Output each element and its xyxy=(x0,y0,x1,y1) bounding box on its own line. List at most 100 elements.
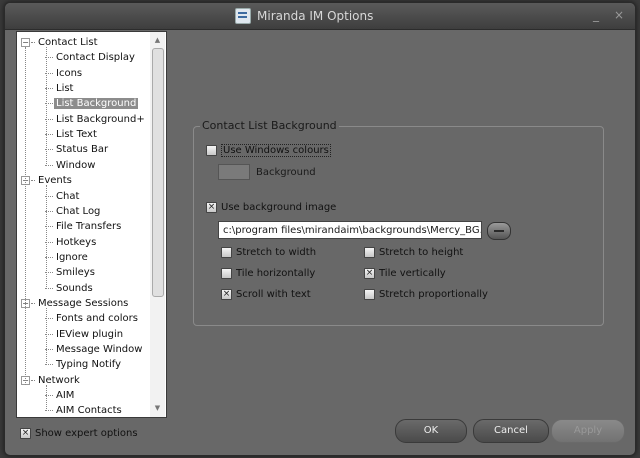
tree-item[interactable]: Icons xyxy=(17,66,84,81)
tree-item[interactable]: Window xyxy=(17,158,97,173)
tree-child-guide xyxy=(46,384,47,412)
apply-button[interactable]: Apply xyxy=(551,419,625,443)
tree-item-label: Message Sessions xyxy=(38,297,129,309)
tile-vertically-checkbox[interactable]: × Tile vertically xyxy=(364,268,446,279)
cancel-button[interactable]: Cancel xyxy=(473,419,549,443)
scroll-thumb[interactable] xyxy=(152,48,164,297)
tree-item[interactable]: Fonts and colors xyxy=(17,311,140,326)
tree-group-item[interactable]: − Network xyxy=(17,373,82,388)
title-group: Miranda IM Options xyxy=(235,7,373,25)
tree-item-label: Chat xyxy=(56,190,80,202)
tree-item[interactable]: Smileys xyxy=(17,265,97,280)
tree-item-label: IEView plugin xyxy=(56,328,124,340)
tree-item[interactable]: Ignore xyxy=(17,250,90,265)
checkbox-label: Scroll with text xyxy=(236,289,311,300)
tree-child-guide xyxy=(46,47,47,166)
tree-item-label: Network xyxy=(38,374,80,386)
checkbox-box xyxy=(221,247,232,258)
tree-connector xyxy=(31,379,35,381)
tree-item-label: Sounds xyxy=(56,282,93,294)
tree-item[interactable]: Message Window xyxy=(17,342,144,357)
tree-item-label: Window xyxy=(56,159,96,171)
background-color-label: Background xyxy=(256,167,316,178)
options-app-icon xyxy=(235,8,251,24)
scroll-down-arrow-icon[interactable]: ▼ xyxy=(150,402,165,414)
tree-item-label: Events xyxy=(38,175,72,187)
tree-item[interactable]: Chat Log xyxy=(17,204,102,219)
tree-item-label: Smileys xyxy=(56,267,95,279)
ok-button[interactable]: OK xyxy=(395,419,467,443)
tree-item[interactable]: List Background+ xyxy=(17,112,147,127)
tree-item-label: Hotkeys xyxy=(56,236,97,248)
tree-connector xyxy=(31,302,35,304)
tree-item[interactable]: Chat xyxy=(17,189,81,204)
tree-item-label: Fonts and colors xyxy=(56,313,138,325)
options-tree[interactable]: − Contact List Contact Display Icons List Lis… xyxy=(16,31,167,418)
browse-button[interactable] xyxy=(487,222,511,240)
checkbox-label: Use background image xyxy=(221,202,337,213)
tree-item-label: List Background+ xyxy=(56,113,145,125)
checkbox-label: Show expert options xyxy=(35,428,138,439)
tree-item-label: List Background xyxy=(54,98,139,110)
checkbox-label: Tile horizontally xyxy=(236,268,316,279)
background-color-swatch[interactable] xyxy=(218,164,250,180)
tree-item-label: AIM xyxy=(56,390,75,402)
tile-horizontally-checkbox[interactable]: Tile horizontally xyxy=(221,268,315,279)
checkbox-label: Use Windows colours xyxy=(221,144,331,157)
tree-item-label: AIM Contacts xyxy=(56,405,122,417)
minimize-button[interactable]: _ xyxy=(593,9,599,21)
tree-child-guide xyxy=(46,307,47,366)
tree-item[interactable]: Contact Display xyxy=(17,50,137,65)
scroll-with-text-checkbox[interactable]: × Scroll with text xyxy=(221,289,311,300)
tree-item[interactable]: AIM Contacts xyxy=(17,403,124,417)
tree-item-label: Message Window xyxy=(56,344,143,355)
background-image-path-input[interactable]: c:\program files\mirandaim\backgrounds\M… xyxy=(218,221,482,239)
show-expert-options-checkbox[interactable]: × Show expert options xyxy=(20,428,138,439)
tree-connector xyxy=(31,42,35,43)
title-bar[interactable]: Miranda IM Options _ × xyxy=(5,3,635,30)
checkbox-box: × xyxy=(206,202,217,213)
checkbox-label: Stretch to width xyxy=(236,247,317,258)
tree-item[interactable]: Status Bar xyxy=(17,142,110,157)
tree-scrollbar[interactable]: ▲ ▼ xyxy=(150,32,165,417)
checkbox-box xyxy=(364,289,375,300)
tree-item-label: Status Bar xyxy=(56,144,109,156)
collapse-toggle-icon[interactable]: − xyxy=(21,38,30,47)
tree-group-item[interactable]: − Message Sessions xyxy=(17,296,130,311)
tree-item-label: Icons xyxy=(56,67,83,79)
tree-item[interactable]: File Transfers xyxy=(17,219,123,234)
group-title: Contact List Background xyxy=(200,119,339,132)
checkbox-box xyxy=(364,247,375,258)
checkbox-label: Tile vertically xyxy=(379,268,446,279)
checkbox-box: × xyxy=(221,289,232,300)
checkbox-label: Stretch to height xyxy=(379,247,464,258)
stretch-proportionally-checkbox[interactable]: Stretch proportionally xyxy=(364,289,488,300)
tree-item[interactable]: Hotkeys xyxy=(17,235,98,250)
checkbox-box: × xyxy=(364,268,375,279)
tree-item[interactable]: List Text xyxy=(17,127,99,142)
tree-child-guide xyxy=(46,185,47,289)
window-title: Miranda IM Options xyxy=(257,9,374,23)
tree-group-item[interactable]: − Contact List xyxy=(17,35,100,50)
checkbox-box xyxy=(206,145,217,156)
tree-item[interactable]: Sounds xyxy=(17,281,95,296)
tree-connector xyxy=(31,180,35,182)
tree-item-label: Typing Notify xyxy=(56,359,122,371)
use-background-image-checkbox[interactable]: × Use background image xyxy=(206,202,336,213)
tree-item-label: List Text xyxy=(56,129,97,141)
use-windows-colours-checkbox[interactable]: Use Windows colours xyxy=(206,144,331,157)
stretch-to-height-checkbox[interactable]: Stretch to height xyxy=(364,247,463,258)
close-button[interactable]: × xyxy=(614,9,624,21)
tree-item[interactable]: Typing Notify xyxy=(17,357,123,372)
checkbox-box xyxy=(221,268,232,279)
tree-root-guide xyxy=(25,47,26,385)
checkbox-label: Stretch proportionally xyxy=(379,289,488,300)
tree-item-label: File Transfers xyxy=(56,221,122,233)
stretch-to-width-checkbox[interactable]: Stretch to width xyxy=(221,247,316,258)
tree-item-label: Ignore xyxy=(56,251,88,263)
tree-item[interactable]: List Background xyxy=(17,96,139,111)
checkbox-box: × xyxy=(20,428,31,439)
scroll-up-arrow-icon[interactable]: ▲ xyxy=(150,34,165,46)
tree-item-label: Chat Log xyxy=(56,205,101,217)
tree-item[interactable]: IEView plugin xyxy=(17,327,125,342)
